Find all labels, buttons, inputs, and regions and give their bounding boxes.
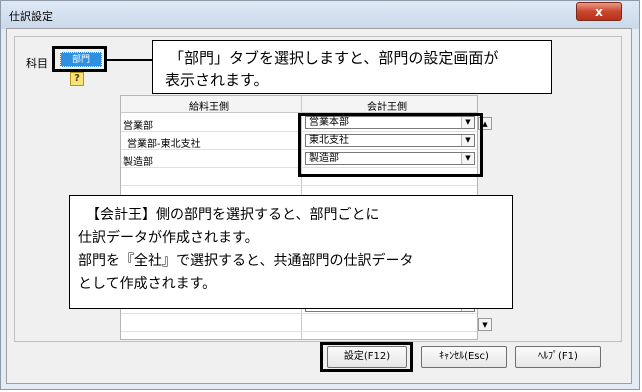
header-left: 給料王側 — [189, 102, 229, 113]
callout-dept-note: 【会計王】側の部門を選択すると、部門ごとに 仕訳データが作成されます。 部門を『… — [69, 195, 513, 309]
callout-line: 仕訳データが作成されます。 — [78, 230, 259, 246]
subject-label: 科目 — [26, 57, 48, 70]
grid-header: 給料王側 会計王側 — [121, 96, 477, 113]
callout-connector — [104, 59, 152, 61]
row-left: 営業部-東北支社 — [127, 139, 201, 150]
cancel-button[interactable]: ｷｬﾝｾﾙ(Esc) — [421, 346, 507, 368]
table-row — [121, 315, 477, 332]
callout-line: として作成されます。 — [78, 276, 217, 292]
callout-line: 表示されます。 — [165, 71, 269, 89]
help-question-icon[interactable]: ? — [70, 72, 84, 86]
close-button[interactable]: x — [576, 2, 622, 21]
help-button[interactable]: ﾍﾙﾌﾟ(F1) — [515, 346, 601, 368]
combo-highlight-frame — [298, 113, 483, 177]
callout-line: 【会計王】側の部門を選択すると、部門ごとに — [86, 207, 380, 223]
ok-button-highlight — [320, 342, 413, 372]
close-icon: x — [595, 5, 603, 19]
row-left: 製造部 — [123, 157, 153, 168]
title-bar: 仕訳設定 x — [1, 1, 639, 29]
window-title: 仕訳設定 — [9, 10, 53, 23]
callout-line: 部門を『全社』で選択すると、共通部門の仕訳データ — [78, 253, 414, 269]
tab-highlight-frame — [52, 46, 107, 72]
callout-line: 「部門」タブを選択しますと、部門の設定画面が — [169, 49, 499, 67]
row-left: 営業部 — [123, 121, 153, 132]
header-right: 会計王側 — [367, 102, 407, 113]
callout-tab-note: 「部門」タブを選択しますと、部門の設定画面が 表示されます。 — [152, 40, 552, 94]
scroll-button[interactable]: ▼ — [478, 318, 492, 331]
